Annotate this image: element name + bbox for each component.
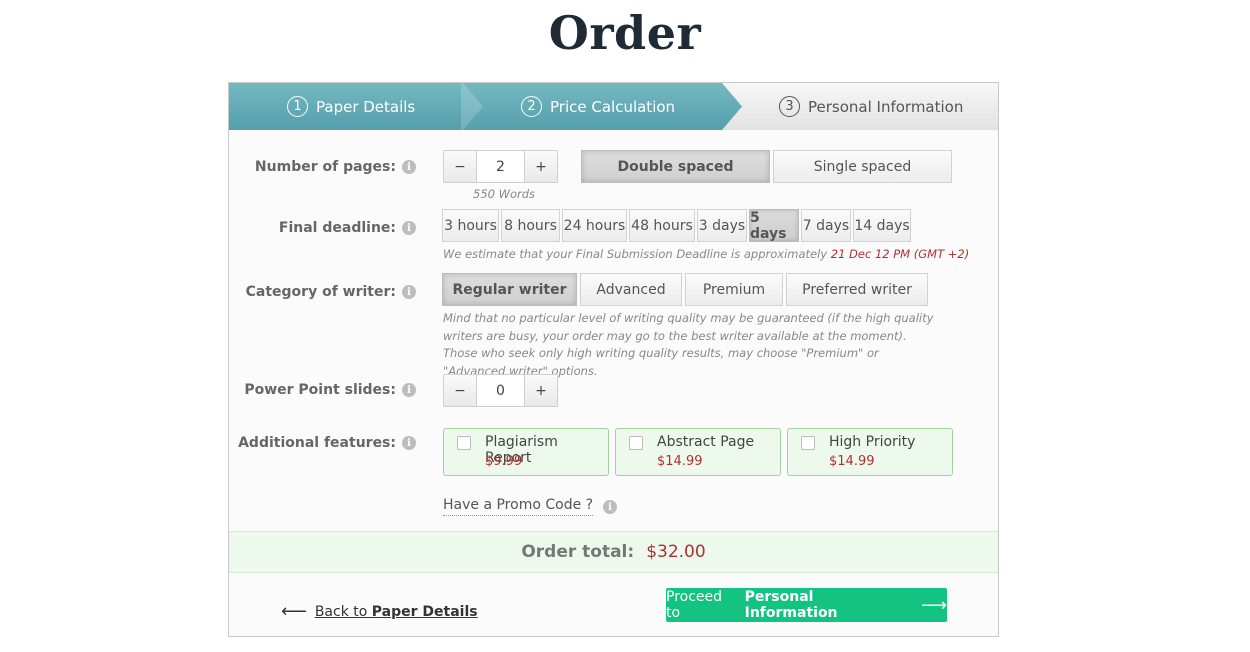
features-label-text: Additional features: (238, 435, 396, 451)
info-icon[interactable]: i (402, 221, 416, 235)
deadline-option[interactable]: 48 hours (629, 209, 695, 242)
feature-checkbox[interactable] (457, 436, 471, 450)
deadline-label: Final deadline: i (279, 220, 416, 236)
step-progress-bar: 1 Paper Details 2 Price Calculation 3 Pe… (229, 83, 998, 130)
back-link-prefix: Back to (314, 603, 368, 620)
pages-increment-button[interactable]: + (525, 151, 557, 182)
feature-price: $14.99 (829, 454, 875, 469)
pages-label: Number of pages: i (255, 159, 416, 175)
single-spaced-button[interactable]: Single spaced (773, 150, 952, 183)
info-icon[interactable]: i (402, 436, 416, 450)
proceed-prefix: Proceed to (666, 589, 723, 621)
feature-name: High Priority (829, 434, 916, 450)
order-total-amount: $32.00 (646, 542, 706, 562)
feature-high-priority[interactable]: High Priority $14.99 (787, 428, 953, 476)
step-number: 1 (287, 96, 308, 117)
info-icon[interactable]: i (402, 383, 416, 397)
info-icon[interactable]: i (402, 285, 416, 299)
step-label: Personal Information (808, 97, 964, 116)
deadline-option[interactable]: 8 hours (501, 209, 560, 242)
order-total-label: Order total: (521, 542, 635, 562)
writer-preferred-button[interactable]: Preferred writer (786, 273, 928, 306)
pages-label-text: Number of pages: (254, 159, 396, 175)
double-spaced-button[interactable]: Double spaced (581, 150, 770, 183)
promo-code-link[interactable]: Have a Promo Code ? (443, 497, 594, 516)
deadline-option[interactable]: 3 hours (442, 209, 499, 242)
back-to-paper-details-link[interactable]: ⟵ Back to Paper Details (281, 601, 478, 622)
feature-checkbox[interactable] (629, 436, 643, 450)
order-form-card: 1 Paper Details 2 Price Calculation 3 Pe… (228, 82, 999, 637)
deadline-option[interactable]: 24 hours (562, 209, 627, 242)
writer-advanced-button[interactable]: Advanced (580, 273, 682, 306)
info-icon[interactable]: i (603, 500, 617, 514)
slides-increment-button[interactable]: + (525, 375, 557, 406)
deadline-label-text: Final deadline: (278, 220, 396, 236)
arrow-left-icon: ⟵ (281, 601, 307, 622)
deadline-note-text: We estimate that your Final Submission D… (443, 247, 831, 261)
deadline-option[interactable]: 7 days (801, 209, 851, 242)
page-title: Order (548, 6, 702, 60)
writer-label: Category of writer: i (246, 284, 416, 300)
proceed-button[interactable]: Proceed to Personal Information ⟶ (666, 588, 947, 622)
deadline-option[interactable]: 14 days (853, 209, 911, 242)
writer-premium-button[interactable]: Premium (685, 273, 783, 306)
pages-words-count: 550 Words (473, 187, 536, 201)
writer-label-text: Category of writer: (245, 284, 396, 300)
features-label: Additional features: i (238, 435, 416, 451)
feature-abstract-page[interactable]: Abstract Page $14.99 (615, 428, 781, 476)
slides-label: Power Point slides: i (244, 382, 416, 398)
slides-value[interactable]: 0 (476, 375, 525, 406)
back-link-text: Back to Paper Details (315, 604, 478, 620)
feature-checkbox[interactable] (801, 436, 815, 450)
deadline-estimate-note: We estimate that your Final Submission D… (443, 246, 969, 264)
arrow-right-icon: ⟶ (921, 594, 947, 616)
feature-name: Abstract Page (657, 434, 755, 450)
deadline-estimate-date: 21 Dec 12 PM (GMT +2) (830, 247, 970, 261)
deadline-option[interactable]: 3 days (697, 209, 747, 242)
feature-price: $14.99 (657, 454, 703, 469)
deadline-option-selected[interactable]: 5 days (749, 209, 799, 242)
back-link-target: Paper Details (371, 603, 478, 620)
pages-decrement-button[interactable]: − (444, 151, 476, 182)
slides-label-text: Power Point slides: (244, 382, 396, 398)
proceed-target: Personal Information (744, 589, 838, 621)
step-paper-details[interactable]: 1 Paper Details (287, 83, 415, 130)
feature-price: $9.99 (485, 454, 523, 469)
order-total-bar: Order total: $32.00 (229, 531, 998, 573)
writer-regular-button[interactable]: Regular writer (442, 273, 577, 306)
writer-quality-note: Mind that no particular level of writing… (443, 311, 934, 378)
slides-stepper: − 0 + (443, 374, 558, 407)
step-number: 3 (779, 96, 800, 117)
slides-decrement-button[interactable]: − (444, 375, 476, 406)
info-icon[interactable]: i (402, 160, 416, 174)
step-label: Paper Details (316, 97, 416, 116)
step-label: Price Calculation (550, 97, 676, 116)
pages-value[interactable]: 2 (476, 151, 525, 182)
step-personal-information[interactable]: 3 Personal Information (779, 83, 963, 130)
step-number: 2 (521, 96, 542, 117)
feature-plagiarism-report[interactable]: Plagiarism Report $9.99 (443, 428, 609, 476)
pages-stepper: − 2 + (443, 150, 558, 183)
step-price-calculation[interactable]: 2 Price Calculation (521, 83, 675, 130)
